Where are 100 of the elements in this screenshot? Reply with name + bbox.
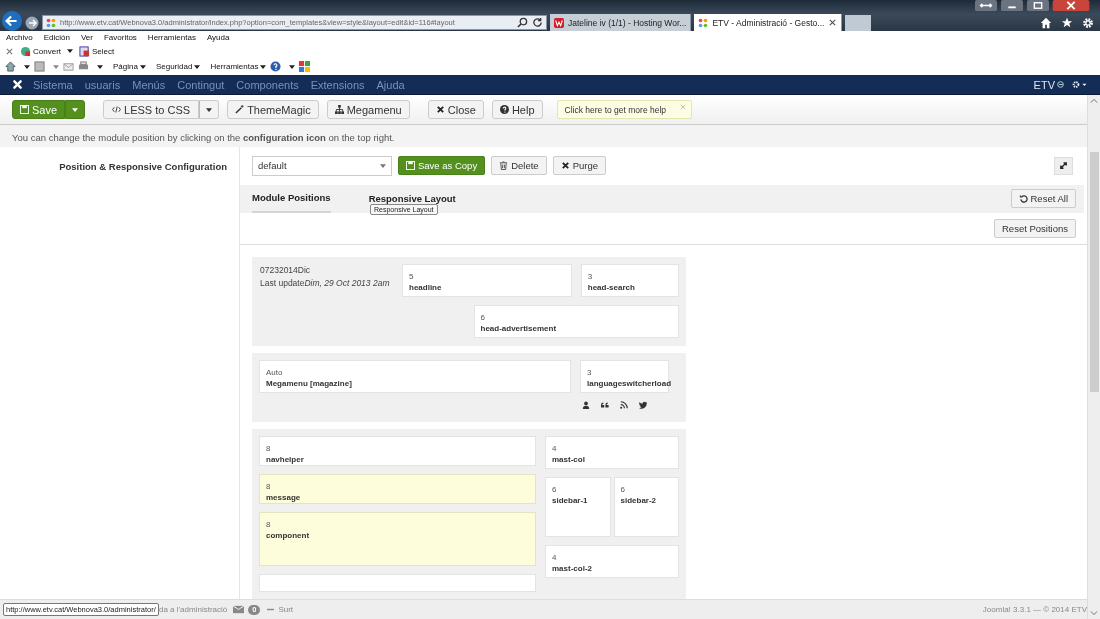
select-button[interactable]: Select <box>79 45 115 57</box>
toolbar-button[interactable]: Megamenu <box>326 100 410 119</box>
user-icon <box>582 401 590 409</box>
scrollbar[interactable] <box>1087 95 1100 619</box>
home-icon[interactable] <box>1040 16 1052 29</box>
help-icon[interactable] <box>270 61 282 72</box>
resize-icon[interactable] <box>974 0 998 11</box>
admin-menu-item[interactable]: usuaris <box>84 78 121 91</box>
back-icon[interactable] <box>2 11 22 31</box>
module-position[interactable]: 5 headline <box>402 264 572 297</box>
undo-icon <box>1018 194 1028 204</box>
wand-icon <box>235 105 245 114</box>
menu-item[interactable]: Ver <box>80 33 93 42</box>
admin-menu-item[interactable]: Ajuda <box>376 78 405 91</box>
quote-icon <box>601 401 609 409</box>
admin-menu-item[interactable]: Extensions <box>310 78 365 91</box>
caret-icon <box>194 64 201 69</box>
reset-positions-button[interactable]: Reset Positions <box>994 218 1076 238</box>
save-options-button[interactable] <box>65 100 86 119</box>
browser-tab[interactable]: Jateline iv (1/1) - Hosting Wor... <box>550 14 692 31</box>
search-icon[interactable] <box>517 17 528 28</box>
caret-icon[interactable] <box>24 64 30 69</box>
command-menu[interactable]: Seguridad <box>155 62 201 71</box>
tiles-icon[interactable] <box>299 61 311 72</box>
module-position[interactable]: 4 mast-col <box>545 436 679 469</box>
layout-action-button[interactable]: Delete <box>491 156 547 176</box>
command-menu[interactable]: Página <box>113 62 146 71</box>
browser-tab[interactable]: ETV - Administració - Gesto... <box>694 14 843 31</box>
code-icon <box>112 105 122 114</box>
admin-menu-item[interactable]: Contingut <box>177 78 225 91</box>
module-position[interactable]: 8 navhelper <box>259 436 536 466</box>
convert-button[interactable]: Convert <box>20 45 73 57</box>
logout-icon[interactable] <box>1057 81 1064 88</box>
save-button[interactable]: Save <box>12 100 66 119</box>
layout-action-button[interactable]: Save as Copy <box>398 156 486 176</box>
expand-icon <box>1059 161 1068 171</box>
module-position[interactable]: 6 sidebar-1 <box>545 477 611 537</box>
module-position[interactable]: 8 component <box>259 512 536 566</box>
star-icon[interactable] <box>1061 16 1073 29</box>
close-icon <box>560 161 570 171</box>
close-icon <box>435 105 445 114</box>
caret-icon[interactable] <box>289 64 296 69</box>
module-position[interactable]: 8 message <box>259 474 536 504</box>
caret-icon[interactable] <box>97 64 103 69</box>
caret-icon <box>67 49 73 53</box>
settings-icon[interactable] <box>1072 80 1088 89</box>
notice-text: You can change the module position by clicking on the configuration icon on the top right. <box>12 132 395 143</box>
last-update-text: Last updateDim, 29 Oct 2013 2am <box>260 277 391 290</box>
module-position[interactable]: 3 languageswitcherload <box>580 360 669 393</box>
admin-menu-item[interactable]: Menús <box>132 78 166 91</box>
tab-favicon-icon <box>554 17 564 28</box>
toolbar-button[interactable]: Help <box>491 100 543 119</box>
admin-menu-item[interactable]: Sistema <box>33 78 73 91</box>
home-icon[interactable] <box>5 61 16 72</box>
fullscreen-button[interactable] <box>1054 156 1073 175</box>
toolbar-button[interactable]: Close <box>427 100 484 119</box>
settings-icon[interactable] <box>1082 16 1094 29</box>
command-menu[interactable]: Herramientas <box>210 62 267 71</box>
new-tab-button[interactable] <box>845 14 872 31</box>
less-options-button[interactable] <box>199 100 220 119</box>
help-icon <box>499 105 509 114</box>
refresh-icon[interactable] <box>532 17 543 28</box>
admin-menu-item[interactable]: Components <box>236 78 299 91</box>
toolbar-button[interactable]: ThemeMagic <box>227 100 319 119</box>
module-position[interactable]: 6 head-advertisement <box>473 305 679 338</box>
caret-icon <box>206 107 213 112</box>
menu-item[interactable]: Herramientas <box>147 33 196 42</box>
menu-item[interactable]: Ayuda <box>206 33 230 42</box>
minimize-icon[interactable] <box>1000 0 1024 11</box>
user-menu[interactable]: ETV <box>1033 78 1055 91</box>
version-text: Joomla! 3.3.1 — © 2014 ETV <box>982 605 1087 614</box>
module-position[interactable]: 6 sidebar-2 <box>613 477 679 537</box>
rss-icon <box>620 401 628 409</box>
field-label: Position & Responsive Configuration <box>59 161 227 172</box>
forward-icon[interactable] <box>25 15 39 30</box>
maximize-icon[interactable] <box>1026 0 1050 11</box>
help-tooltip-text: Click here to get more help <box>564 104 667 115</box>
tab-favicon-icon <box>698 17 709 28</box>
module-position[interactable]: 3 head-search <box>580 264 679 297</box>
layout-action-button[interactable]: Purge <box>552 156 606 176</box>
sitemap-icon <box>334 105 344 114</box>
reset-all-button[interactable]: Reset All <box>1010 189 1076 209</box>
less-to-css-button[interactable]: LESS to CSS <box>103 100 200 119</box>
menu-item[interactable]: Archivo <box>6 33 33 42</box>
help-tooltip[interactable]: Click here to get more help <box>556 100 693 119</box>
minus-icon <box>267 608 275 611</box>
close-icon[interactable] <box>1052 0 1090 11</box>
close-tab-icon[interactable] <box>828 18 838 27</box>
twitter-bird-icon <box>639 401 647 409</box>
module-position[interactable]: 4 mast-col-2 <box>545 545 679 578</box>
layout-select[interactable]: default <box>252 155 392 176</box>
menu-item[interactable]: Edición <box>43 33 70 42</box>
print-icon[interactable] <box>78 61 89 72</box>
joomla-logo-icon[interactable] <box>12 79 23 90</box>
caret-icon <box>139 64 146 69</box>
scrollbar-thumb[interactable] <box>1089 152 1099 392</box>
menu-item[interactable]: Favoritos <box>103 33 137 42</box>
layout-tab[interactable]: Module Positions <box>252 184 331 213</box>
caret-icon <box>260 64 267 69</box>
module-position[interactable]: Auto Megamenu [magazine] <box>259 360 571 393</box>
